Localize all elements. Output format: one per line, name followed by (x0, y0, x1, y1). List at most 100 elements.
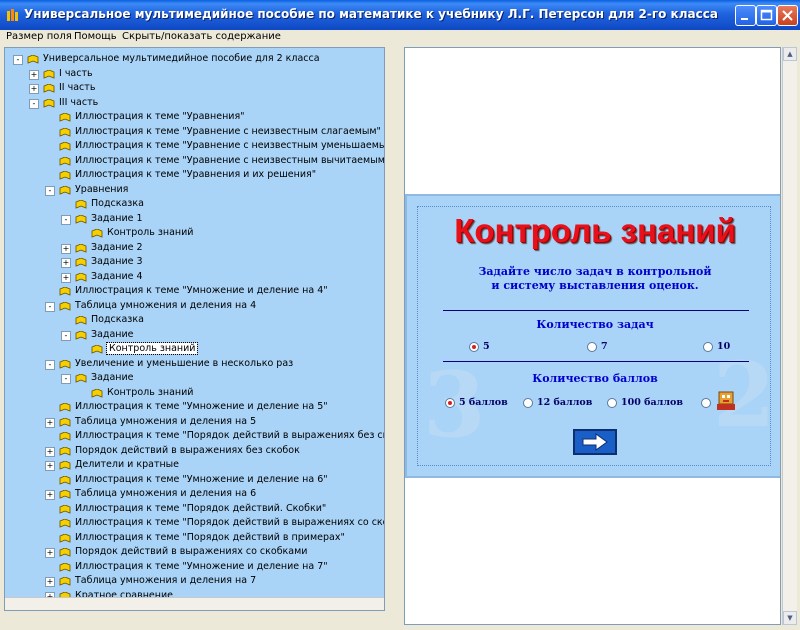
expand-icon[interactable]: + (61, 272, 71, 283)
score-radio-5[interactable] (445, 398, 455, 408)
window-title: Универсальное мультимедийное пособие по … (24, 7, 718, 21)
tree-item-label: Иллюстрация к теме "Умножение и деление … (75, 285, 328, 296)
tree-item[interactable]: - III часть (5, 97, 383, 111)
next-button[interactable] (573, 429, 617, 455)
tree-item-label: Порядок действий в выражениях без скобок (75, 444, 300, 456)
title-bar[interactable]: Универсальное мультимедийное пособие по … (0, 0, 800, 30)
collapse-icon[interactable]: - (61, 214, 71, 225)
tree-item[interactable]: Контроль знаний (5, 342, 383, 357)
custom-scoring-icon[interactable] (715, 390, 739, 412)
tree-item[interactable]: - Задание (5, 329, 383, 343)
expand-icon[interactable]: + (29, 84, 39, 94)
tree-item[interactable]: Иллюстрация к теме "Уравнения" (5, 111, 383, 125)
score-radio-custom[interactable] (701, 398, 711, 408)
tree-item[interactable]: + Задание 3 (5, 256, 383, 270)
scroll-down-icon[interactable]: ▼ (783, 611, 797, 625)
expand-icon[interactable]: + (45, 548, 55, 558)
tasks-radio-7[interactable] (587, 342, 597, 352)
tree-item[interactable]: Иллюстрация к теме "Умножение и деление … (5, 561, 383, 575)
tree-item[interactable]: Иллюстрация к теме "Порядок действий в в… (5, 517, 384, 531)
tree-item-label: Подсказка (91, 314, 144, 325)
tree-item[interactable]: Подсказка (5, 198, 383, 212)
collapse-icon[interactable]: - (61, 374, 71, 384)
contents-tree[interactable]: - Универсальное мультимедийное пособие дл… (4, 47, 385, 611)
tree-item[interactable]: - Задание 1 (5, 213, 383, 227)
tree-item-label: Иллюстрация к теме "Порядок действий. Ск… (75, 502, 327, 514)
tree-item[interactable]: Иллюстрация к теме "Умножение и деление … (5, 401, 383, 415)
collapse-icon[interactable]: - (45, 185, 55, 196)
score-radio-12[interactable] (523, 398, 533, 408)
expand-icon[interactable]: + (45, 461, 55, 471)
collapse-icon[interactable]: - (45, 359, 55, 370)
tree-item[interactable]: + I часть (5, 68, 383, 82)
menu-toggle-contents[interactable]: Скрыть/показать содержание (122, 31, 281, 42)
tree-item[interactable]: Подсказка (5, 314, 383, 328)
collapse-icon[interactable]: - (45, 301, 55, 312)
collapse-icon[interactable]: - (29, 98, 39, 109)
minimize-button[interactable] (735, 5, 756, 26)
expand-icon[interactable]: + (45, 446, 55, 457)
tree-item-label: III часть (59, 96, 99, 108)
tree-item[interactable]: Иллюстрация к теме "Порядок действий. Ск… (5, 503, 383, 517)
close-button[interactable] (777, 5, 798, 26)
book-icon (43, 69, 55, 79)
expand-icon[interactable]: + (45, 490, 55, 500)
expand-icon[interactable]: + (61, 258, 71, 268)
collapse-icon[interactable]: - (13, 55, 23, 65)
tree-item-label: Иллюстрация к теме "Порядок действий в п… (75, 531, 345, 543)
tree-item-label: Задание 3 (91, 256, 143, 267)
tasks-label-7: 7 (601, 341, 608, 352)
tree-item[interactable]: Иллюстрация к теме "Умножение и деление … (5, 285, 383, 299)
tree-item-label: Таблица умножения и деления на 4 (75, 299, 257, 311)
score-radio-100[interactable] (607, 398, 617, 408)
score-label-12: 12 баллов (537, 397, 593, 408)
tree-horizontal-scrollbar[interactable] (5, 597, 384, 610)
tree-item[interactable]: + II часть (5, 82, 383, 96)
tree-item[interactable]: + Задание 2 (5, 242, 383, 256)
maximize-button[interactable] (756, 5, 777, 26)
tree-item[interactable]: + Таблица умножения и деления на 5 (5, 416, 383, 430)
content-view: 3 2 Контроль знаний Задайте число задач … (404, 47, 781, 625)
tree-item-label: Универсальное мультимедийное пособие для… (43, 53, 320, 64)
tree-item[interactable]: - Таблица умножения и деления на 4 (5, 300, 383, 314)
tree-item[interactable]: + Таблица умножения и деления на 6 (5, 488, 383, 502)
collapse-icon[interactable]: - (61, 330, 71, 341)
tree-item[interactable]: Иллюстрация к теме "Порядок действий в п… (5, 532, 383, 546)
scroll-up-icon[interactable]: ▲ (783, 47, 797, 61)
tree-item[interactable]: Иллюстрация к теме "Умножение и деление … (5, 474, 383, 488)
content-vertical-scrollbar[interactable]: ▲ ▼ (782, 47, 797, 625)
tree-item[interactable]: Контроль знаний (5, 387, 383, 401)
tree-item[interactable]: - Задание (5, 372, 383, 386)
tree-item[interactable]: - Уравнения (5, 184, 383, 198)
tree-item[interactable]: - Универсальное мультимедийное пособие дл… (5, 53, 383, 67)
tree-item[interactable]: Иллюстрация к теме "Уравнения и их решен… (5, 169, 383, 183)
expand-icon[interactable]: + (45, 577, 55, 587)
tree-item[interactable]: + Порядок действий в выражениях со скобка… (5, 546, 383, 560)
tree-item[interactable]: Иллюстрация к теме "Уравнение с неизвест… (5, 126, 383, 140)
quiz-intro-line2: и систему выставления оценок. (491, 279, 699, 292)
menu-help[interactable]: Помощь (74, 31, 117, 42)
tree-item[interactable]: - Увеличение и уменьшение в несколько раз (5, 358, 383, 372)
book-icon (59, 142, 71, 151)
tree-item-label: Контроль знаний (105, 342, 199, 355)
expand-icon[interactable]: + (61, 243, 71, 254)
tree-item[interactable]: Иллюстрация к теме "Порядок действий в в… (5, 430, 384, 444)
tree-item[interactable]: Иллюстрация к теме "Уравнение с неизвест… (5, 155, 384, 169)
book-icon (59, 519, 71, 528)
tree-item-label: Контроль знаний (107, 227, 194, 238)
book-icon (75, 374, 87, 383)
app-window: Универсальное мультимедийное пособие по … (0, 0, 800, 630)
tree-item[interactable]: Иллюстрация к теме "Уравнение с неизвест… (5, 140, 384, 154)
tasks-radio-10[interactable] (703, 342, 713, 352)
tree-item-label: Задание (91, 372, 134, 383)
expand-icon[interactable]: + (45, 417, 55, 428)
menu-field-size[interactable]: Размер поля (6, 31, 72, 42)
tree-item[interactable]: + Таблица умножения и деления на 7 (5, 575, 383, 589)
tree-item[interactable]: + Задание 4 (5, 271, 383, 285)
tree-item[interactable]: Контроль знаний (5, 227, 383, 241)
tasks-radio-5[interactable] (469, 342, 479, 352)
tree-item[interactable]: + Делители и кратные (5, 459, 383, 473)
tasks-label-5: 5 (483, 341, 490, 352)
expand-icon[interactable]: + (29, 69, 39, 80)
tree-item[interactable]: + Порядок действий в выражениях без скобо… (5, 445, 383, 459)
